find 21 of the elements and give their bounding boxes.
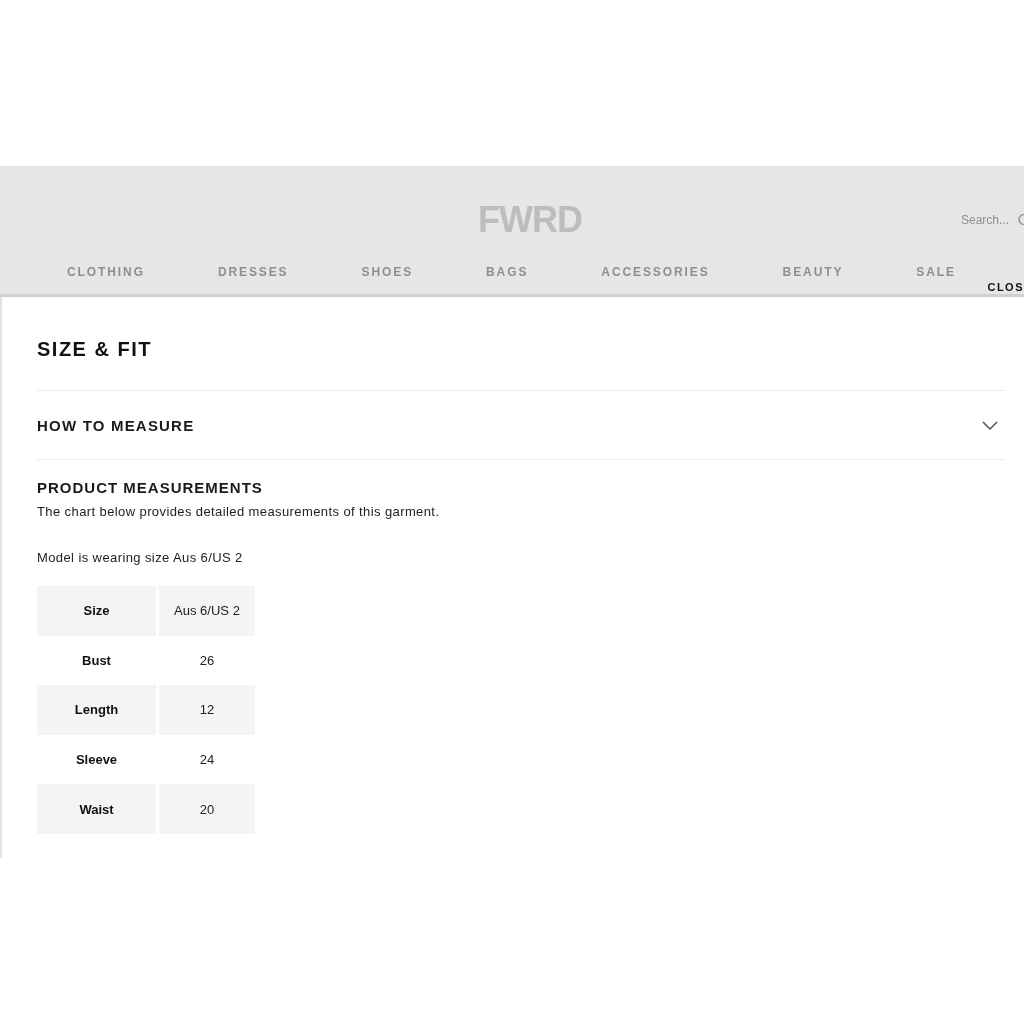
- table-cell: Aus 6/US 2: [159, 586, 255, 636]
- nav-link[interactable]: SALE: [916, 264, 956, 280]
- table-cell: Length: [37, 685, 156, 735]
- table-cell: Waist: [37, 784, 156, 834]
- close-button[interactable]: CLOS: [987, 281, 1024, 293]
- nav-link[interactable]: BEAUTY: [782, 264, 844, 280]
- nav-link[interactable]: SHOES: [361, 264, 414, 280]
- table-cell: 20: [159, 784, 255, 834]
- table-cell: Size: [37, 586, 156, 636]
- nav-link[interactable]: BAGS: [486, 264, 529, 280]
- section-title: PRODUCT MEASUREMENTS: [37, 478, 263, 498]
- description-text: The chart below provides detailed measurements of this garment.: [37, 504, 440, 520]
- search-icon[interactable]: [1017, 214, 1024, 226]
- search-field[interactable]: Search...: [961, 213, 1013, 227]
- panel-title: SIZE & FIT: [37, 337, 152, 361]
- nav-link[interactable]: CLOTHING: [67, 264, 145, 280]
- table-cell: 12: [159, 685, 255, 735]
- nav-link[interactable]: DRESSES: [217, 264, 289, 280]
- accordion-header[interactable]: HOW TO MEASURE: [37, 391, 1005, 459]
- model-size-note: Model is wearing size Aus 6/US 2: [37, 550, 243, 566]
- nav-link[interactable]: ACCESSORIES: [601, 264, 710, 280]
